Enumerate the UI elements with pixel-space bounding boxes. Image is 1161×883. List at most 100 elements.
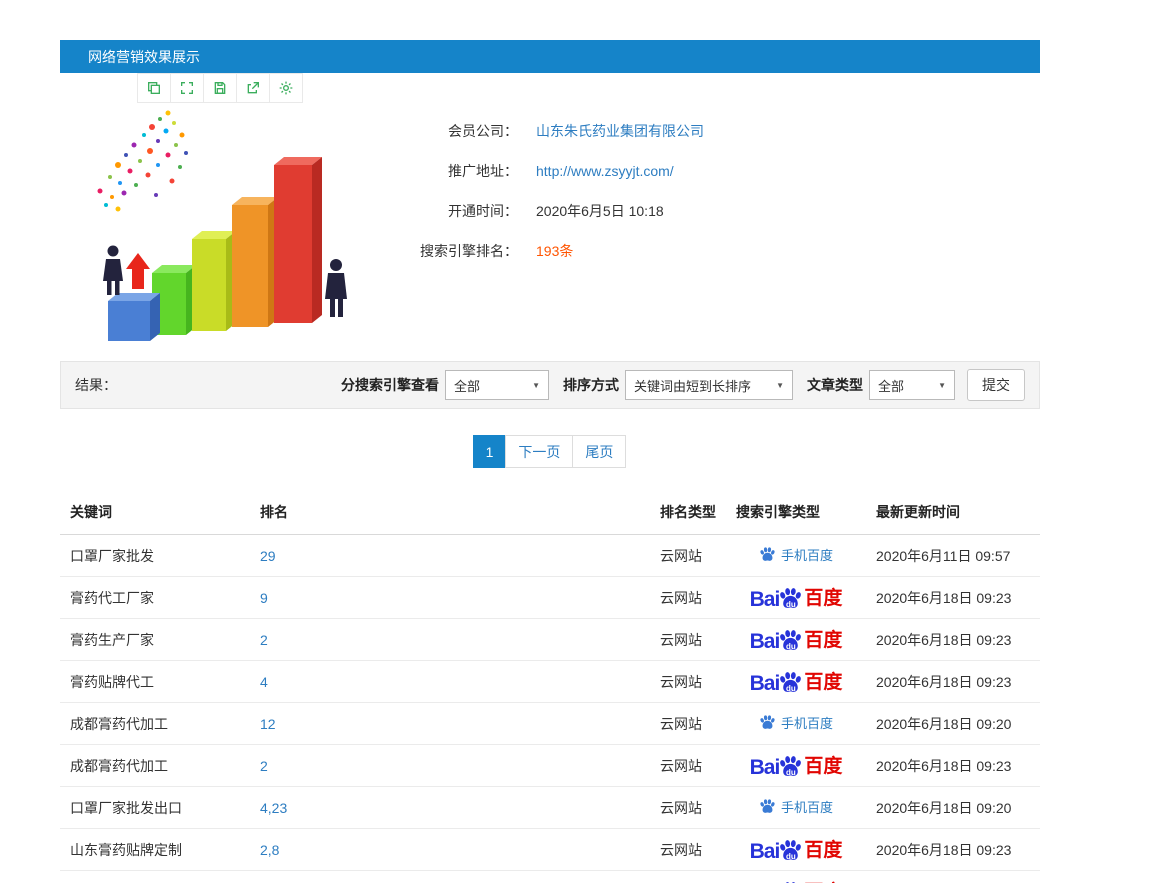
article-type-value: 全部	[878, 378, 905, 394]
open-time-label: 开通时间：	[448, 203, 518, 219]
updated-time-cell: 2020年6月18日 09:23	[866, 576, 1040, 619]
engine-cell: Baidu 百度	[726, 576, 866, 619]
rank-type-cell: 云网站	[650, 534, 726, 577]
keyword-cell: 膏药贴牌定制厂家	[60, 870, 250, 883]
last-page-button[interactable]: 尾页	[572, 435, 627, 468]
rank-link[interactable]: 2,8	[250, 828, 650, 871]
engine-filter-value: 全部	[454, 378, 481, 394]
page-current[interactable]: 1	[472, 435, 507, 468]
baidu-logo-bai: Bai	[749, 755, 781, 779]
baidu-logo-cn: 百度	[804, 629, 843, 651]
submit-button[interactable]: 提交	[967, 369, 1025, 401]
engine-filter-label: 分搜索引擎查看	[341, 377, 439, 393]
rank-link[interactable]: 4,7	[250, 870, 650, 883]
mobile-baidu-paw-icon	[760, 799, 775, 813]
promo-url-value[interactable]: http://www.zsyyjt.com/	[536, 163, 674, 179]
seo-rank-count-value: 193条	[536, 243, 574, 259]
mobile-baidu-label: 手机百度	[780, 548, 833, 563]
mobile-baidu-paw-icon	[760, 547, 775, 561]
rank-link[interactable]: 12	[250, 702, 650, 745]
gear-icon	[279, 81, 293, 95]
rank-link[interactable]: 4,23	[250, 786, 650, 829]
column-header: 排名	[250, 490, 650, 535]
baidu-paw-icon: du	[778, 628, 803, 655]
info-field-member-company: 会员公司： 山东朱氏药业集团有限公司	[368, 111, 704, 151]
rank-link[interactable]: 9	[250, 576, 650, 619]
baidu-logo: Baidu百度	[749, 670, 842, 697]
keyword-cell: 口罩厂家批发出口	[60, 786, 250, 829]
engine-cell: Baidu 百度	[726, 828, 866, 871]
member-company-label: 会员公司：	[448, 123, 518, 139]
qr-icon	[148, 82, 160, 94]
page-title: 网络营销效果展示	[88, 48, 200, 65]
table-header-row: 关键词 排名 排名类型 搜索引擎类型 最新更新时间	[60, 490, 1040, 535]
engine-cell: 手机百度	[726, 786, 866, 829]
table-row: 成都膏药代加工 12 云网站 手机百度 2020年6月18日 09:20	[60, 702, 1040, 745]
table-row: 膏药贴牌定制厂家4,7云网站 Baidu百度 2020年6月18日 09:24	[60, 870, 1040, 883]
rank-type-cell: 云网站	[650, 618, 726, 661]
baidu-logo: Baidu百度	[749, 586, 842, 611]
baidu-logo-du: du	[785, 851, 796, 861]
baidu-logo-bai: Bai	[749, 587, 781, 611]
column-header: 关键词	[60, 490, 250, 535]
toolbar-gear-button[interactable]	[269, 73, 303, 103]
toolbar-share-button[interactable]	[236, 73, 270, 103]
baidu-logo: Baidu百度	[749, 754, 843, 781]
toolbar-qr-button[interactable]	[137, 73, 171, 103]
baidu-logo: Baidu百度	[749, 838, 842, 865]
mobile-baidu-label: 手机百度	[780, 800, 833, 815]
rank-type-cell: 云网站	[650, 828, 726, 871]
engine-cell: Baidu 百度	[726, 744, 866, 787]
pagination: 1 下一页 尾页	[60, 435, 1040, 468]
keyword-cell: 山东膏药贴牌定制	[60, 828, 250, 871]
updated-time-cell: 2020年6月18日 09:23	[866, 828, 1040, 871]
table-row: 膏药代工厂家 9 云网站 Bai du 百度 2020年6月18日 09:23	[60, 576, 1040, 619]
engine-cell: 手机百度	[726, 702, 866, 745]
toolbar-save-button[interactable]	[203, 73, 237, 103]
baidu-logo-cn: 百度	[804, 755, 843, 777]
baidu-paw-icon: du	[778, 838, 803, 865]
baidu-logo-bai: Bai	[749, 629, 781, 653]
baidu-logo-bai: Bai	[749, 839, 781, 863]
rank-link[interactable]: 2	[250, 744, 650, 787]
toolbar-expand-button[interactable]	[170, 73, 204, 103]
baidu-paw-icon: du	[778, 670, 803, 697]
keyword-cell: 膏药生产厂家	[60, 618, 250, 661]
rank-link[interactable]: 2	[250, 618, 650, 661]
rank-link[interactable]: 29	[250, 534, 650, 577]
up-arrow-icon	[126, 253, 150, 289]
column-header: 搜索引擎类型	[726, 490, 866, 535]
table-row: 山东膏药贴牌定制 2,8 云网站 Bai du 百度 2020年6月18日 09:23	[60, 828, 1040, 871]
engine-filter-select[interactable]: 全部 ▼	[445, 370, 549, 400]
baidu-logo: Baidu 百度	[749, 628, 843, 655]
chevron-down-icon: ▼	[938, 380, 946, 390]
rank-type-cell: 云网站	[650, 576, 726, 619]
column-header: 排名类型	[650, 490, 726, 535]
member-company-value[interactable]: 山东朱氏药业集团有限公司	[536, 121, 704, 141]
expand-icon	[181, 82, 193, 94]
mobile-baidu-logo: 手机百度	[759, 545, 833, 564]
keyword-cell: 成都膏药代加工	[60, 702, 250, 745]
updated-time-cell: 2020年6月18日 09:23	[866, 660, 1040, 703]
baidu-logo-bai: Bai	[749, 671, 781, 695]
page-header: 网络营销效果展示	[60, 40, 1040, 73]
rank-link[interactable]: 4	[250, 660, 650, 703]
sort-filter-value: 关键词由短到长排序	[634, 378, 752, 394]
info-fields: 会员公司： 山东朱氏药业集团有限公司推广地址： http://www.zsyyjt.…	[368, 111, 704, 347]
top-section: 会员公司： 山东朱氏药业集团有限公司推广地址： http://www.zsyyjt.…	[60, 105, 1040, 347]
engine-cell: 手机百度	[726, 534, 866, 577]
main-container: 网络营销效果展示 会员公司： 山东朱氏药业集团有限公司 推广地址： http:/…	[60, 40, 1040, 883]
baidu-paw-icon: du	[778, 754, 803, 781]
baidu-logo: Baidu百度	[750, 880, 842, 883]
updated-time-cell: 2020年6月18日 09:20	[866, 702, 1040, 745]
promo-url-label: 推广地址：	[448, 163, 518, 179]
next-page-button[interactable]: 下一页	[505, 435, 574, 468]
sort-filter-select[interactable]: 关键词由短到长排序 ▼	[625, 370, 793, 400]
baidu-logo-du: du	[785, 641, 796, 651]
article-type-select[interactable]: 全部 ▼	[869, 370, 955, 400]
save-icon	[214, 82, 226, 94]
updated-time-cell: 2020年6月18日 09:23	[866, 744, 1040, 787]
engine-cell: Baidu 百度	[726, 618, 866, 661]
bar-chart-illustration	[97, 110, 347, 341]
article-type-label: 文章类型	[807, 377, 863, 393]
